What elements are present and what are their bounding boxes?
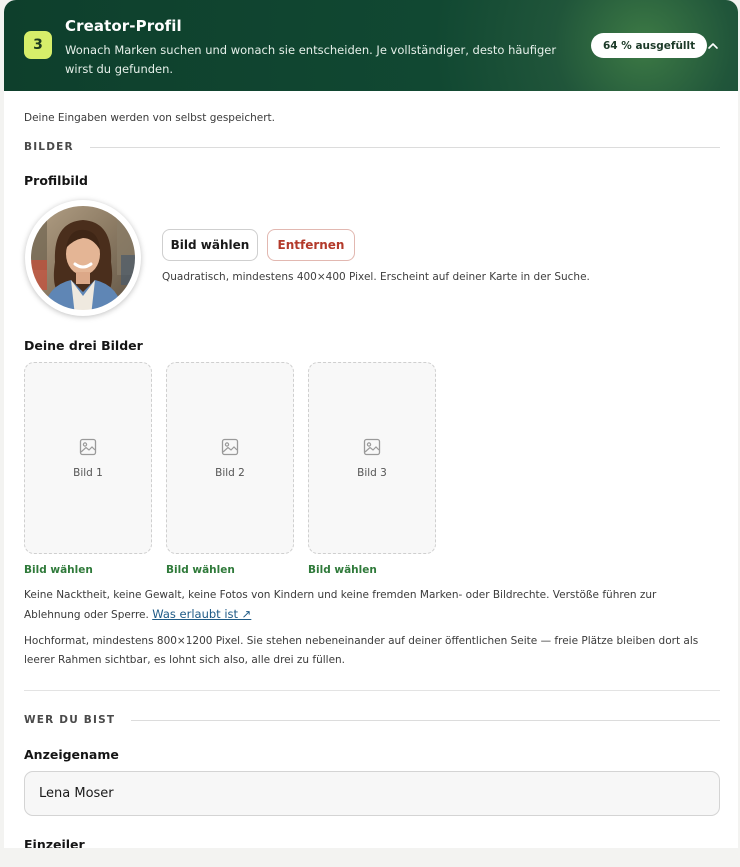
profile-image-hint: Quadratisch, mindestens 400×400 Pixel. E…: [162, 271, 590, 283]
avatar-photo: [27, 202, 139, 314]
avatar: [25, 200, 141, 316]
creator-profile-card: 3 Creator-Profil Wonach Marken suchen un…: [4, 0, 738, 848]
section-title: Creator-Profil: [65, 17, 182, 35]
image-slot-3[interactable]: Bild 3: [308, 362, 436, 554]
page-background-strip: [0, 848, 740, 867]
progress-badge: 64 % ausgefüllt: [591, 33, 708, 58]
choose-image-1-link[interactable]: Bild wählen: [24, 564, 93, 576]
section-heading-images: BILDER: [24, 141, 720, 153]
gallery-label: Deine drei Bilder: [24, 338, 143, 353]
divider: [131, 719, 720, 721]
section-divider: [24, 690, 720, 691]
section-heading-text: BILDER: [24, 141, 74, 153]
image-slot-label: Bild 3: [357, 467, 387, 479]
oneliner-label: Einzeiler: [24, 837, 85, 848]
image-icon: [221, 438, 239, 456]
image-icon: [363, 438, 381, 456]
image-slot-label: Bild 1: [73, 467, 103, 479]
display-name-input[interactable]: [24, 771, 720, 816]
image-slot-2[interactable]: Bild 2: [166, 362, 294, 554]
choose-profile-image-button[interactable]: Bild wählen: [162, 229, 258, 261]
profile-image-label: Profilbild: [24, 173, 88, 188]
image-slot-label: Bild 2: [215, 467, 245, 479]
choose-image-3-link[interactable]: Bild wählen: [308, 564, 377, 576]
rules-link[interactable]: Was erlaubt ist ↗: [152, 607, 251, 621]
content-rules-text: Keine Nacktheit, keine Gewalt, keine Fot…: [24, 589, 657, 621]
gallery-format-hint: Hochformat, mindestens 800×1200 Pixel. S…: [24, 635, 699, 666]
display-name-label: Anzeigename: [24, 747, 119, 762]
image-slot-1[interactable]: Bild 1: [24, 362, 152, 554]
step-badge: 3: [24, 31, 52, 59]
content-rules: Keine Nacktheit, keine Gewalt, keine Fot…: [24, 586, 714, 625]
image-icon: [79, 438, 97, 456]
section-header[interactable]: 3 Creator-Profil Wonach Marken suchen un…: [4, 0, 738, 91]
chevron-up-icon[interactable]: [705, 38, 721, 54]
autosave-note: Deine Eingaben werden von selbst gespeic…: [24, 112, 276, 124]
choose-image-2-link[interactable]: Bild wählen: [166, 564, 235, 576]
remove-profile-image-button[interactable]: Entfernen: [267, 229, 355, 261]
section-heading-identity: WER DU BIST: [24, 714, 720, 726]
divider: [89, 146, 720, 148]
section-heading-text: WER DU BIST: [24, 714, 116, 726]
section-subtitle: Wonach Marken suchen und wonach sie ents…: [65, 43, 557, 76]
